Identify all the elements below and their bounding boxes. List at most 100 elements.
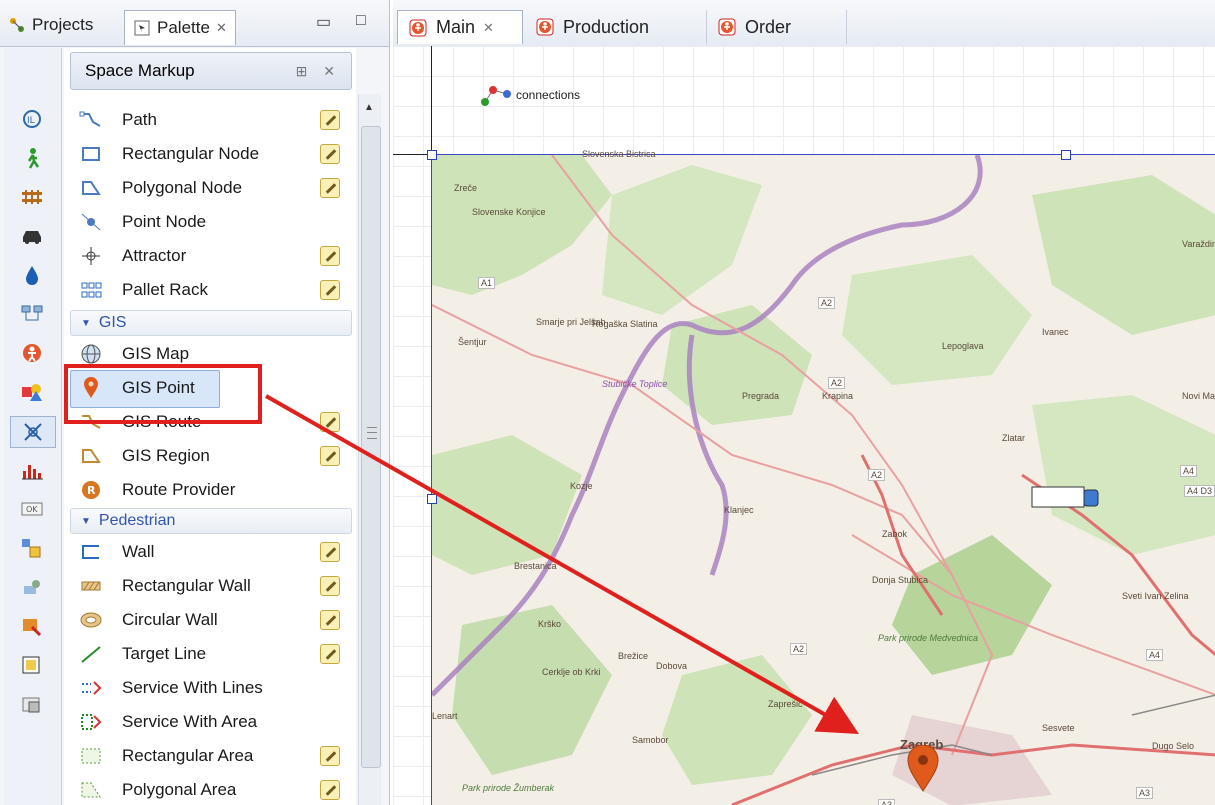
close-icon[interactable]: ✕ <box>216 20 227 36</box>
group-pedestrian[interactable]: ▼ Pedestrian <box>70 508 352 534</box>
agent-icon <box>535 17 555 37</box>
palette-item-label: Wall <box>122 542 155 561</box>
map-place-label: Kozje <box>570 481 593 491</box>
map-place-label: Sesvete <box>1042 723 1075 733</box>
palette-item-circular-wall[interactable]: Circular Wall <box>78 606 218 634</box>
palette-item-rectangular-wall[interactable]: Rectangular Wall <box>78 572 251 600</box>
pencil-icon[interactable] <box>320 542 340 562</box>
map-place-label: Donja Stubica <box>872 575 929 585</box>
svg-text:OK: OK <box>26 505 38 514</box>
category-system-dynamics-icon[interactable] <box>10 299 54 329</box>
pencil-icon[interactable] <box>320 746 340 766</box>
group-gis-label: GIS <box>98 314 127 331</box>
palette-item-target-line[interactable]: Target Line <box>78 640 206 668</box>
map-place-label: Novi Marof <box>1182 391 1215 401</box>
category-process-modeling-icon[interactable]: IL <box>10 104 54 134</box>
category-controls-icon[interactable]: OK <box>10 494 54 524</box>
category-connectivity-icon[interactable] <box>10 533 54 563</box>
pencil-icon[interactable] <box>320 412 340 432</box>
map-place-label: Slovenska Bistrica <box>582 149 656 159</box>
category-pictures-icon[interactable] <box>10 572 54 602</box>
map-pin-icon[interactable] <box>906 744 940 798</box>
rectangular-area-icon <box>78 745 104 767</box>
pencil-icon[interactable] <box>320 780 340 800</box>
resize-handle[interactable] <box>427 150 437 160</box>
palette-item-polygonal-area[interactable]: Polygonal Area <box>78 776 236 804</box>
palette-item-rectangular-area[interactable]: Rectangular Area <box>78 742 253 770</box>
road-label: A4 <box>1146 649 1164 661</box>
pencil-icon[interactable] <box>320 576 340 596</box>
palette-item-point-node[interactable]: Point Node <box>78 208 206 236</box>
tab-main[interactable]: Main ✕ <box>397 10 523 44</box>
pencil-icon[interactable] <box>320 178 340 198</box>
palette-item-pallet-rack[interactable]: Pallet Rack <box>78 276 208 304</box>
globe-icon <box>78 343 104 365</box>
map-place-label: Klanjec <box>724 505 754 515</box>
pencil-icon[interactable] <box>320 280 340 300</box>
palette-item-label: GIS Region <box>122 446 210 465</box>
pencil-icon[interactable] <box>320 144 340 164</box>
pencil-icon[interactable] <box>320 644 340 664</box>
tab-order[interactable]: Order <box>707 10 847 44</box>
category-agent-icon[interactable] <box>10 338 54 368</box>
truck-icon[interactable] <box>1030 483 1104 516</box>
map-place-label: Slovenske Konjice <box>472 207 546 217</box>
map-place-label: Zaprešić <box>768 699 803 709</box>
attractor-icon <box>78 245 104 267</box>
resize-handle[interactable] <box>1061 150 1071 160</box>
map-place-label: Park prirode Medvednica <box>878 633 979 643</box>
group-gis[interactable]: ▼ GIS <box>70 310 352 336</box>
palette-item-path[interactable]: Path <box>78 106 157 134</box>
pencil-icon[interactable] <box>320 110 340 130</box>
palette-item-label: Rectangular Node <box>122 144 260 163</box>
minimize-icon[interactable]: ▭ <box>316 12 331 32</box>
category-3d-objects-icon[interactable] <box>10 611 54 641</box>
category-pedestrian-icon[interactable] <box>10 143 54 173</box>
scrollbar-thumb[interactable] <box>361 126 381 768</box>
category-database-icon[interactable] <box>10 689 54 719</box>
map-place-label: Park prirode Žumberak <box>462 783 555 793</box>
palette-item-gis-region[interactable]: GIS Region <box>78 442 210 470</box>
tab-projects[interactable]: Projects <box>8 12 93 38</box>
model-canvas[interactable]: connections Slovenska Bistrica Zreče Slo… <box>393 46 1215 805</box>
tab-production[interactable]: Production <box>525 10 707 44</box>
category-fluid-icon[interactable] <box>10 260 54 290</box>
palette-item-label: Pallet Rack <box>122 280 208 299</box>
category-actions-icon[interactable] <box>10 650 54 680</box>
map-place-label: Dugo Selo <box>1152 741 1195 751</box>
pencil-icon[interactable] <box>320 446 340 466</box>
pencil-icon[interactable] <box>320 610 340 630</box>
svg-text:IL: IL <box>27 116 35 126</box>
pencil-icon[interactable] <box>320 246 340 266</box>
tab-palette[interactable]: Palette ✕ <box>124 10 236 45</box>
palette-scrollbar[interactable]: ▲ <box>358 94 381 805</box>
resize-handle[interactable] <box>427 494 437 504</box>
map-place-label: Sveti Ivan Zelina <box>1122 591 1189 601</box>
editor-tab-bar: Main ✕ Production Order <box>393 0 1215 47</box>
palette-item-service-with-area[interactable]: Service With Area <box>78 708 257 736</box>
maximize-icon[interactable]: □ <box>356 12 366 30</box>
palette-section-header[interactable]: Space Markup ⊞ ✕ <box>70 52 352 90</box>
palette-item-wall[interactable]: Wall <box>78 538 154 566</box>
layout-icon[interactable]: ⊞ ✕ <box>296 63 341 80</box>
palette-item-route-provider[interactable]: R Route Provider <box>78 476 235 504</box>
category-road-traffic-icon[interactable] <box>10 221 54 251</box>
path-icon <box>78 109 104 131</box>
category-analysis-icon[interactable] <box>10 455 54 485</box>
palette-item-attractor[interactable]: Attractor <box>78 242 186 270</box>
scroll-up-icon[interactable]: ▲ <box>364 102 374 113</box>
palette-item-label: Circular Wall <box>122 610 218 629</box>
connections-icon[interactable] <box>479 82 513 113</box>
category-rail-icon[interactable] <box>10 182 54 212</box>
palette-item-rectangular-node[interactable]: Rectangular Node <box>78 140 259 168</box>
palette-item-label: Service With Area <box>122 712 258 731</box>
palette-item-polygonal-node[interactable]: Polygonal Node <box>78 174 242 202</box>
close-icon[interactable]: ✕ <box>483 20 494 36</box>
palette-item-service-with-lines[interactable]: Service With Lines <box>78 674 263 702</box>
group-pedestrian-label: Pedestrian <box>98 512 176 529</box>
category-presentation-icon[interactable] <box>10 377 54 407</box>
gis-map[interactable]: Slovenska Bistrica Zreče Slovenske Konji… <box>431 149 1215 805</box>
polygonal-node-icon <box>78 177 104 199</box>
category-space-markup-icon[interactable] <box>10 416 56 448</box>
highlight-annotation <box>64 364 262 424</box>
